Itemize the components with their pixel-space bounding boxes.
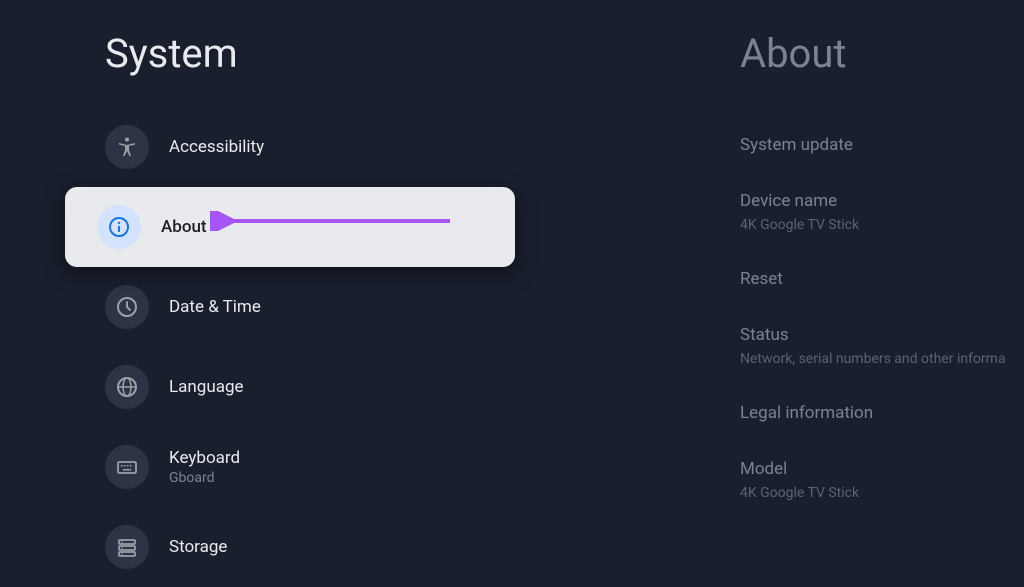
menu-label-storage: Storage <box>169 537 227 557</box>
menu-sublabel-keyboard: Gboard <box>169 470 240 486</box>
menu-label-language: Language <box>169 377 244 397</box>
info-icon <box>97 205 141 249</box>
system-menu-list: Accessibility About <box>0 107 620 587</box>
menu-label-about: About <box>161 217 207 237</box>
about-item-device-name[interactable]: Device name 4K Google TV Stick <box>740 173 1024 251</box>
about-item-reset[interactable]: Reset <box>740 251 1024 307</box>
menu-item-keyboard[interactable]: Keyboard Gboard <box>0 427 620 507</box>
about-sublabel-model: 4K Google TV Stick <box>740 485 1024 501</box>
about-item-legal[interactable]: Legal information <box>740 385 1024 441</box>
about-label-system-update: System update <box>740 135 1024 155</box>
about-label-device-name: Device name <box>740 191 1024 211</box>
page-title: System <box>105 30 620 77</box>
about-item-system-update[interactable]: System update <box>740 117 1024 173</box>
menu-item-datetime[interactable]: Date & Time <box>0 267 620 347</box>
menu-item-about[interactable]: About <box>65 187 515 267</box>
about-detail-panel: About System update Device name 4K Googl… <box>620 0 1024 572</box>
about-sublabel-device-name: 4K Google TV Stick <box>740 217 1024 233</box>
menu-label-accessibility: Accessibility <box>169 137 264 157</box>
menu-item-language[interactable]: Language <box>0 347 620 427</box>
about-sublabel-status: Network, serial numbers and other inform… <box>740 351 1024 367</box>
menu-label-datetime: Date & Time <box>169 297 261 317</box>
clock-icon <box>105 285 149 329</box>
about-item-status[interactable]: Status Network, serial numbers and other… <box>740 307 1024 385</box>
about-label-legal: Legal information <box>740 403 1024 423</box>
accessibility-icon <box>105 125 149 169</box>
storage-icon <box>105 525 149 569</box>
about-item-model[interactable]: Model 4K Google TV Stick <box>740 441 1024 519</box>
about-label-status: Status <box>740 325 1024 345</box>
menu-item-storage[interactable]: Storage <box>0 507 620 587</box>
globe-icon <box>105 365 149 409</box>
about-label-model: Model <box>740 459 1024 479</box>
keyboard-icon <box>105 445 149 489</box>
system-menu-panel: System Accessibility Abo <box>0 0 620 572</box>
menu-item-accessibility[interactable]: Accessibility <box>0 107 620 187</box>
about-label-reset: Reset <box>740 269 1024 289</box>
menu-label-keyboard: Keyboard <box>169 448 240 468</box>
about-title: About <box>740 30 1024 77</box>
